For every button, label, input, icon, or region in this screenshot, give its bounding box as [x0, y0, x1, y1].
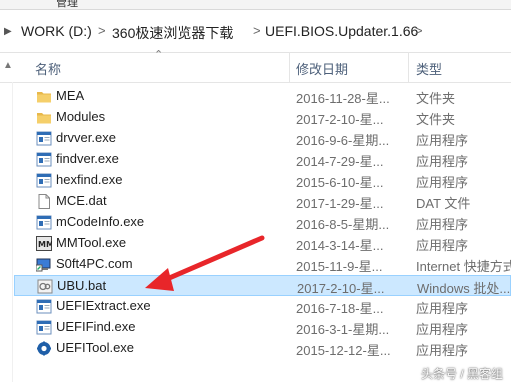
column-type[interactable]: 类型 — [416, 59, 442, 78]
file-date: 2014-7-29-星... — [296, 154, 384, 169]
file-type: DAT 文件 — [416, 196, 471, 211]
file-row[interactable]: MM MMTool.exe 2014-3-14-星... 应用程序 — [14, 233, 511, 254]
folder-icon — [36, 89, 52, 104]
file-date: 2017-1-29-星... — [296, 196, 384, 211]
svg-text:MM: MM — [38, 240, 52, 249]
file-name[interactable]: MMTool.exe — [56, 235, 126, 250]
file-name[interactable]: S0ft4PC.com — [56, 256, 133, 271]
file-type: 应用程序 — [416, 154, 469, 169]
file-type: 应用程序 — [416, 133, 469, 148]
breadcrumb-separator[interactable]: > — [253, 23, 261, 38]
file-row[interactable]: hexfind.exe 2015-6-10-星... 应用程序 — [14, 170, 511, 191]
file-date: 2016-3-1-星期... — [296, 322, 390, 337]
file-name[interactable]: findver.exe — [56, 151, 119, 166]
com-icon — [35, 257, 52, 272]
file-name[interactable]: MEA — [56, 88, 84, 103]
file-icon — [36, 194, 52, 209]
file-name[interactable]: UEFIFind.exe — [56, 319, 135, 334]
breadcrumb-folder-2[interactable]: UEFI.BIOS.Updater.1.66 — [265, 23, 418, 39]
address-bar[interactable]: ▶ WORK (D:) > 360极速浏览器下载 > UEFI.BIOS.Upd… — [0, 12, 511, 53]
file-name[interactable]: UEFIExtract.exe — [56, 298, 151, 313]
file-type: 应用程序 — [416, 322, 469, 337]
breadcrumb-separator[interactable]: > — [415, 23, 423, 38]
column-divider[interactable] — [289, 52, 290, 82]
file-date: 2014-3-14-星... — [296, 238, 384, 253]
divider — [12, 82, 13, 382]
watermark: 头条号 / 黑客组 — [420, 367, 503, 381]
file-type: 应用程序 — [416, 175, 469, 190]
file-date: 2016-7-18-星... — [296, 301, 384, 316]
file-row[interactable]: S0ft4PC.com 2015-11-9-星... Internet 快捷方式 — [14, 254, 511, 275]
breadcrumb-folder-1[interactable]: 360极速浏览器下载 — [112, 23, 233, 43]
file-date: 2015-12-12-星... — [296, 343, 391, 358]
file-name[interactable]: MCE.dat — [56, 193, 107, 208]
file-date: 2016-8-5-星期... — [296, 217, 390, 232]
file-row[interactable]: mCodeInfo.exe 2016-8-5-星期... 应用程序 — [14, 212, 511, 233]
file-date: 2016-9-6-星期... — [296, 133, 390, 148]
file-type: 应用程序 — [416, 238, 469, 253]
bat-icon — [37, 279, 53, 294]
file-row[interactable]: Modules 2017-2-10-星... 文件夹 — [14, 107, 511, 128]
file-type: Internet 快捷方式 — [416, 259, 511, 274]
file-type: 文件夹 — [416, 112, 456, 127]
folder-icon — [36, 110, 52, 125]
column-divider[interactable] — [408, 52, 409, 82]
scroll-up-icon[interactable]: ▲ — [3, 60, 13, 71]
file-name[interactable]: hexfind.exe — [56, 172, 123, 187]
column-header: ⌃ 名称 修改日期 类型 — [0, 49, 511, 83]
breadcrumb-separator[interactable]: > — [98, 23, 106, 38]
file-date: 2017-2-10-星... — [296, 112, 384, 127]
file-type: Windows 批处... — [417, 281, 511, 296]
column-date[interactable]: 修改日期 — [296, 59, 348, 78]
file-name[interactable]: Modules — [56, 109, 105, 124]
file-row[interactable]: UBU.bat 2017-2-10-星... Windows 批处... — [14, 275, 511, 296]
ribbon-strip: 管理 — [0, 0, 511, 10]
exe-icon — [36, 299, 52, 314]
file-row[interactable]: MEA 2016-11-28-星... 文件夹 — [14, 86, 511, 107]
file-name[interactable]: UEFITool.exe — [56, 340, 134, 355]
exe-icon — [36, 215, 52, 230]
gear-icon — [36, 341, 52, 356]
file-date: 2015-6-10-星... — [296, 175, 384, 190]
file-type: 应用程序 — [416, 301, 469, 316]
exe-icon — [36, 173, 52, 188]
file-date: 2015-11-9-星... — [296, 259, 383, 274]
file-row[interactable]: UEFIExtract.exe 2016-7-18-星... 应用程序 — [14, 296, 511, 317]
path-icon: ▶ — [4, 26, 12, 37]
sort-ascending-icon: ⌃ — [154, 49, 164, 61]
file-row[interactable]: UEFIFind.exe 2016-3-1-星期... 应用程序 — [14, 317, 511, 338]
file-row[interactable]: findver.exe 2014-7-29-星... 应用程序 — [14, 149, 511, 170]
file-name[interactable]: mCodeInfo.exe — [56, 214, 144, 229]
exe-icon — [36, 131, 52, 146]
exe-icon — [36, 152, 52, 167]
file-date: 2017-2-10-星... — [297, 281, 385, 296]
column-name[interactable]: 名称 — [35, 59, 61, 78]
file-row[interactable]: MCE.dat 2017-1-29-星... DAT 文件 — [14, 191, 511, 212]
file-date: 2016-11-28-星... — [296, 91, 390, 106]
file-type: 应用程序 — [416, 217, 469, 232]
mmtool-icon: MM — [36, 236, 54, 251]
file-row[interactable]: drvver.exe 2016-9-6-星期... 应用程序 — [14, 128, 511, 149]
ribbon-tab-manage[interactable]: 管理 — [56, 0, 78, 10]
file-name[interactable]: UBU.bat — [57, 278, 106, 293]
exe-icon — [36, 320, 52, 335]
file-type: 应用程序 — [416, 343, 469, 358]
breadcrumb-drive[interactable]: WORK (D:) — [21, 23, 92, 39]
file-name[interactable]: drvver.exe — [56, 130, 116, 145]
file-type: 文件夹 — [416, 91, 456, 106]
file-row[interactable]: UEFITool.exe 2015-12-12-星... 应用程序 — [14, 338, 511, 359]
